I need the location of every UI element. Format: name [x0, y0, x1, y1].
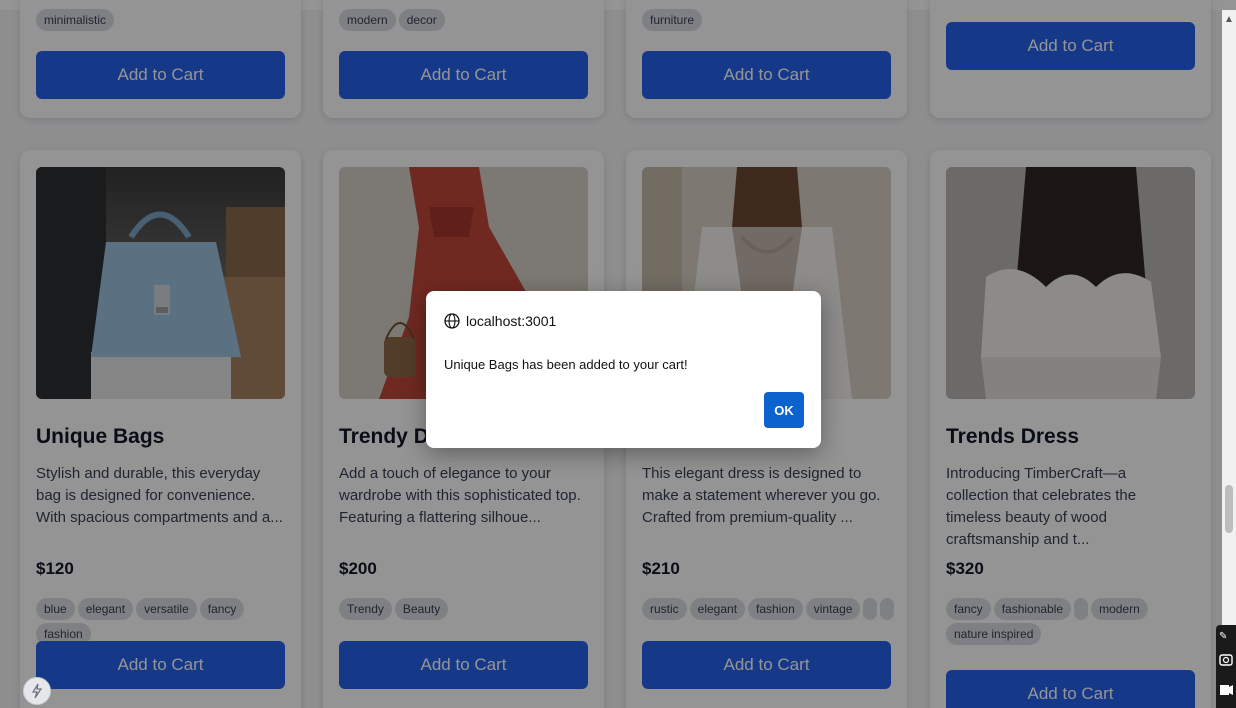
svg-text:✎: ✎ — [1219, 631, 1227, 642]
capture-toolbar: ✎ — [1216, 625, 1236, 708]
globe-icon — [444, 313, 460, 329]
scrollbar[interactable]: ▲ — [1222, 10, 1236, 708]
bolt-button[interactable] — [23, 677, 51, 705]
ok-button[interactable]: OK — [764, 392, 804, 428]
capture-toolbar-icons: ✎ — [1219, 631, 1233, 695]
bolt-icon — [31, 683, 43, 699]
video-icon[interactable] — [1220, 685, 1229, 695]
dialog-header: localhost:3001 — [444, 313, 556, 329]
alert-dialog: localhost:3001 Unique Bags has been adde… — [426, 291, 821, 448]
scroll-up-icon[interactable]: ▲ — [1224, 14, 1234, 25]
scrollbar-thumb[interactable] — [1225, 485, 1233, 533]
dialog-host: localhost:3001 — [466, 313, 557, 329]
camera-icon[interactable] — [1219, 654, 1233, 666]
dialog-message: Unique Bags has been added to your cart! — [444, 357, 688, 372]
